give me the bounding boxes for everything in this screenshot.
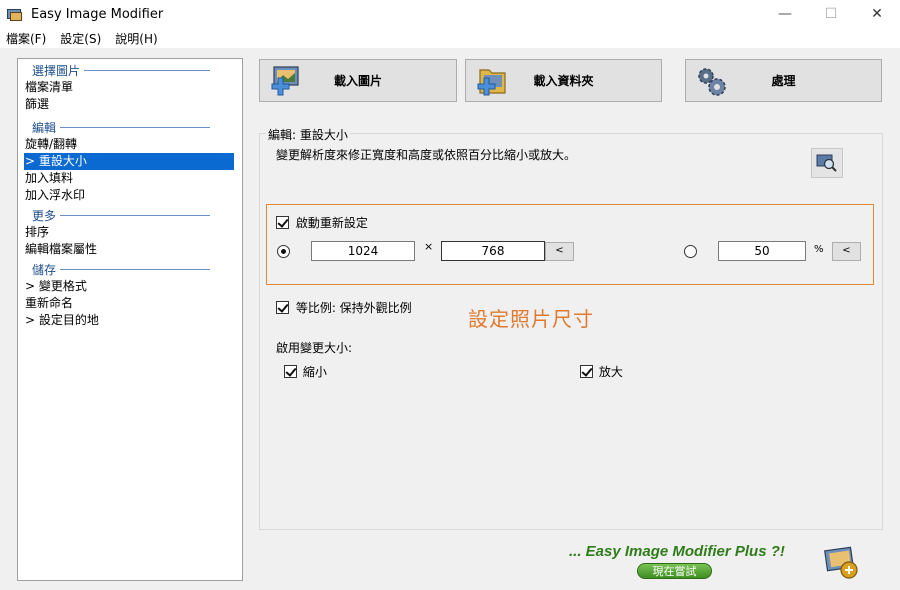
plus-product-icon[interactable] [822,543,862,581]
percent-mode-radio[interactable] [684,245,697,258]
dimension-mode-radio[interactable] [277,245,290,258]
menu-bar: 檔案(F) 設定(S) 說明(H) [0,28,900,48]
window-controls: — ☐ ✕ [762,0,900,28]
plus-promo-text[interactable]: ... Easy Image Modifier Plus ?! [569,543,785,560]
sidebar-group-label: 編輯 [32,121,57,135]
load-images-button[interactable]: 載入圖片 [259,59,457,102]
resize-description: 變更解析度來修正寬度和高度或依照百分比縮小或放大。 [276,148,577,162]
menu-file[interactable]: 檔案(F) [6,30,46,47]
sidebar-item-file-list[interactable]: 檔案清單 [18,79,242,96]
process-button[interactable]: 處理 [685,59,882,102]
add-image-icon [271,66,299,96]
sidebar-group-edit: 編輯 [18,119,242,136]
sidebar-group-label: 更多 [32,209,57,223]
times-symbol: × [424,240,434,253]
enlarge-checkbox[interactable] [580,365,593,378]
shrink-option[interactable]: 縮小 [284,363,327,380]
enable-resize-label: 啟動重新設定 [295,216,368,230]
sidebar-item-change-format[interactable]: > 變更格式 [18,278,242,295]
sidebar: 選擇圖片 檔案清單 篩選 編輯 旋轉/翻轉 > 重設大小 加入填料 加入浮水印 … [17,58,243,581]
sidebar-group-save: 儲存 [18,261,242,278]
shrink-label: 縮小 [302,365,327,379]
load-folder-label: 載入資料夾 [533,74,594,88]
sidebar-item-filter[interactable]: 篩選 [18,96,242,113]
menu-help[interactable]: 說明(H) [115,30,157,47]
app-icon [7,7,23,21]
load-folder-button[interactable]: 載入資料夾 [465,59,662,102]
group-divider [60,127,211,128]
preview-button[interactable] [811,148,843,178]
load-images-label: 載入圖片 [333,74,382,88]
enable-resize-option[interactable]: 啟動重新設定 [276,214,368,231]
sidebar-item-sort[interactable]: 排序 [18,224,242,241]
dimension-reset-button[interactable]: < [545,242,574,261]
gears-icon [698,68,726,96]
window-title: Easy Image Modifier [31,6,164,22]
sidebar-group-more: 更多 [18,207,242,224]
group-divider [84,70,211,71]
sidebar-item-rotate-flip[interactable]: 旋轉/翻轉 [18,136,242,153]
percent-sign: % [814,244,824,255]
shrink-checkbox[interactable] [284,365,297,378]
sidebar-item-set-destination[interactable]: > 設定目的地 [18,312,242,329]
try-now-button[interactable]: 現在嘗試 [637,563,712,579]
enable-change-label: 啟用變更大小: [276,341,353,355]
sidebar-item-resize[interactable]: > 重設大小 [24,153,234,170]
process-label: 處理 [771,74,796,88]
enlarge-label: 放大 [598,365,623,379]
title-bar: Easy Image Modifier — ☐ ✕ [0,0,900,28]
sidebar-item-rename[interactable]: 重新命名 [18,295,242,312]
close-button[interactable]: ✕ [854,0,900,28]
percent-reset-button[interactable]: < [832,242,861,261]
height-input[interactable] [441,241,545,261]
edit-panel-legend: 編輯: 重設大小 [266,126,350,143]
percent-input[interactable] [718,241,806,261]
group-divider [60,215,211,216]
add-folder-icon [477,69,506,96]
keep-ratio-checkbox[interactable] [276,301,289,314]
enlarge-option[interactable]: 放大 [580,363,623,380]
sidebar-group-label: 儲存 [32,263,57,277]
sidebar-item-edit-attributes[interactable]: 編輯檔案屬性 [18,241,242,258]
resize-hint-text: 設定照片尺寸 [468,307,594,331]
keep-ratio-option[interactable]: 等比例: 保持外觀比例 [276,299,412,316]
sidebar-item-add-fill[interactable]: 加入填料 [18,170,242,187]
group-divider [60,269,211,270]
maximize-button[interactable]: ☐ [808,0,854,28]
preview-zoom-icon [816,154,837,172]
sidebar-group-label: 選擇圖片 [32,64,81,78]
width-input[interactable] [311,241,415,261]
keep-ratio-label: 等比例: 保持外觀比例 [295,301,412,315]
sidebar-item-add-watermark[interactable]: 加入浮水印 [18,187,242,204]
menu-settings[interactable]: 設定(S) [60,30,101,47]
minimize-button[interactable]: — [762,0,808,28]
enable-resize-checkbox[interactable] [276,216,289,229]
sidebar-group-select: 選擇圖片 [18,62,242,79]
